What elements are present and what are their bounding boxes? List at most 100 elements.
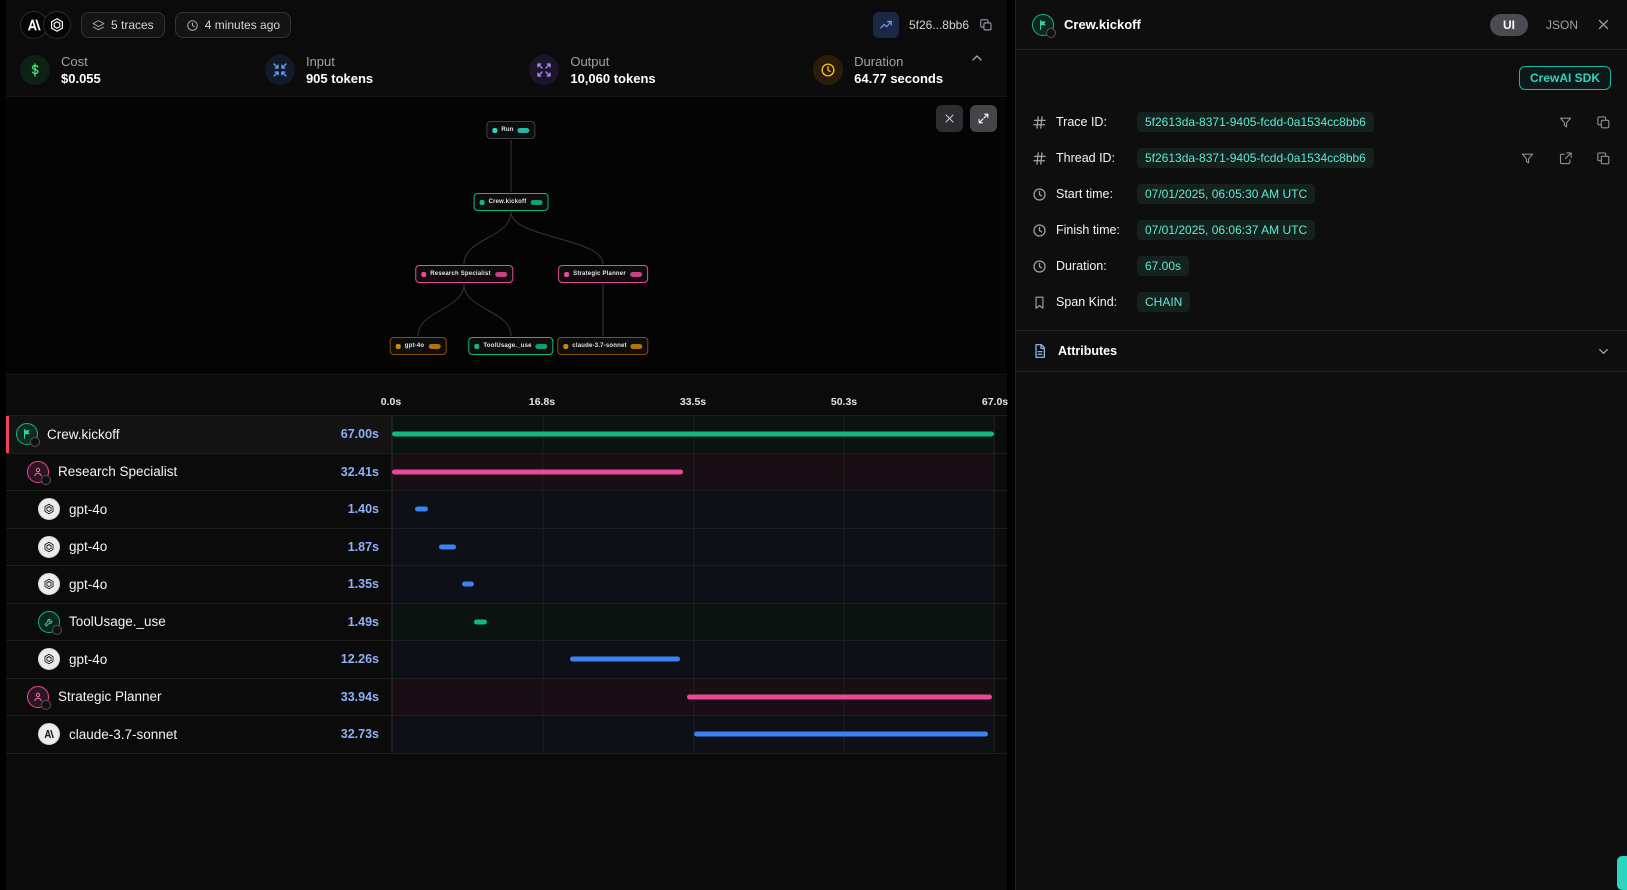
- node-label: Run: [501, 127, 513, 133]
- filter-icon[interactable]: [1520, 151, 1535, 166]
- span-bar[interactable]: [392, 432, 994, 437]
- waterfall-rows: Crew.kickoff 67.00s Research Specialist …: [6, 415, 1007, 754]
- chevron-up-icon[interactable]: [969, 50, 985, 66]
- detail-value[interactable]: 07/01/2025, 06:05:30 AM UTC: [1137, 184, 1315, 204]
- span-duration: 32.41s: [341, 465, 391, 479]
- graph-node[interactable]: ToolUsage._use: [468, 337, 553, 355]
- external-icon[interactable]: [1558, 151, 1573, 166]
- node-label: ToolUsage._use: [483, 343, 531, 349]
- clock-icon: [1032, 223, 1047, 238]
- detail-value[interactable]: 5f2613da-8371-9405-fcdd-0a1534cc8bb6: [1137, 148, 1374, 168]
- detail-value[interactable]: 67.00s: [1137, 256, 1189, 276]
- trace-span-row[interactable]: Research Specialist 32.41s: [6, 454, 1007, 492]
- graph-node[interactable]: Strategic Planner: [558, 265, 648, 283]
- clock-icon: [1032, 259, 1047, 274]
- filter-icon[interactable]: [1558, 115, 1573, 130]
- span-name: claude-3.7-sonnet: [69, 727, 177, 742]
- span-duration: 33.94s: [341, 690, 391, 704]
- detail-value[interactable]: CHAIN: [1137, 292, 1190, 312]
- openai-logo-icon: [38, 573, 60, 595]
- span-bar[interactable]: [570, 657, 680, 662]
- span-duration: 12.26s: [341, 652, 391, 666]
- sdk-badge[interactable]: CrewAI SDK: [1519, 66, 1611, 90]
- stat-label: Input: [306, 54, 373, 69]
- graph-node[interactable]: Run: [486, 121, 535, 139]
- node-duration-pill: [631, 344, 643, 349]
- openai-logo-icon: [38, 498, 60, 520]
- document-icon: [1032, 343, 1048, 359]
- graph-node[interactable]: Research Specialist: [415, 265, 513, 283]
- graph-controls: [936, 105, 997, 132]
- detail-value[interactable]: 5f2613da-8371-9405-fcdd-0a1534cc8bb6: [1137, 112, 1374, 132]
- span-duration: 1.49s: [348, 615, 391, 629]
- trace-span-row[interactable]: Crew.kickoff 67.00s: [6, 416, 1007, 454]
- node-type-icon: [564, 272, 569, 277]
- node-type-icon: [492, 128, 497, 133]
- detail-value[interactable]: 07/01/2025, 06:06:37 AM UTC: [1137, 220, 1315, 240]
- metrics-button[interactable]: [873, 12, 899, 38]
- tab-json[interactable]: JSON: [1546, 18, 1578, 32]
- trace-span-row[interactable]: claude-3.7-sonnet 32.73s: [6, 716, 1007, 754]
- node-type-icon: [396, 344, 401, 349]
- span-bar[interactable]: [439, 544, 456, 549]
- trace-graph-canvas[interactable]: Run Crew.kickoff Research Specialist Str…: [6, 96, 1007, 375]
- copy-icon[interactable]: [979, 18, 993, 32]
- stats-row: Cost $0.055 Input 905 tokens Output 10,0…: [6, 50, 1007, 96]
- trace-span-row[interactable]: gpt-4o 12.26s: [6, 641, 1007, 679]
- trace-span-row[interactable]: gpt-4o 1.87s: [6, 529, 1007, 567]
- stat-cost: Cost $0.055: [20, 54, 265, 86]
- trace-header-bar: 5 traces 4 minutes ago 5f26...8bb6: [6, 0, 1007, 50]
- dollar-icon: [20, 55, 50, 85]
- span-bar[interactable]: [462, 582, 474, 587]
- close-panel-icon[interactable]: [1596, 17, 1611, 32]
- clock-icon: [813, 55, 843, 85]
- traces-count-badge[interactable]: 5 traces: [81, 12, 165, 38]
- span-name: gpt-4o: [69, 539, 107, 554]
- attributes-section-header[interactable]: Attributes: [1016, 330, 1627, 372]
- chevron-down-icon[interactable]: [1596, 344, 1611, 359]
- detail-row: Start time: 07/01/2025, 06:05:30 AM UTC: [1032, 176, 1611, 212]
- openai-logo-icon: [43, 11, 71, 39]
- span-duration: 1.40s: [348, 502, 391, 516]
- span-details-panel: Crew.kickoff UI JSON CrewAI SDK Trace ID…: [1015, 0, 1627, 890]
- graph-node[interactable]: gpt-4o: [390, 337, 447, 355]
- detail-label: Trace ID:: [1056, 115, 1128, 129]
- layers-icon: [92, 19, 105, 32]
- detail-label: Thread ID:: [1056, 151, 1128, 165]
- detail-row: Span Kind: CHAIN: [1032, 284, 1611, 320]
- tab-ui[interactable]: UI: [1490, 14, 1528, 36]
- copy-icon[interactable]: [1596, 115, 1611, 130]
- in-icon: [265, 55, 295, 85]
- trace-span-row[interactable]: gpt-4o 1.35s: [6, 566, 1007, 604]
- stat-value: 905 tokens: [306, 71, 373, 86]
- span-name: Crew.kickoff: [47, 427, 120, 442]
- axis-tick-label: 33.5s: [680, 396, 706, 408]
- span-bar[interactable]: [474, 619, 487, 624]
- sdk-sub-badge: [1046, 28, 1056, 38]
- span-bar[interactable]: [415, 507, 428, 512]
- agent-icon: [27, 461, 49, 483]
- axis-tick-label: 50.3s: [831, 396, 857, 408]
- graph-node[interactable]: claude-3.7-sonnet: [557, 337, 648, 355]
- trace-span-row[interactable]: Strategic Planner 33.94s: [6, 679, 1007, 717]
- copy-icon[interactable]: [1596, 151, 1611, 166]
- expand-graph-button[interactable]: [970, 105, 997, 132]
- span-bar[interactable]: [392, 469, 683, 474]
- trace-age-badge[interactable]: 4 minutes ago: [175, 12, 291, 38]
- node-label: gpt-4o: [405, 343, 425, 349]
- span-bar[interactable]: [687, 694, 992, 699]
- trace-span-row[interactable]: gpt-4o 1.40s: [6, 491, 1007, 529]
- graph-node[interactable]: Crew.kickoff: [474, 193, 549, 211]
- model-logo-stack: [20, 11, 71, 39]
- trace-id-short: 5f26...8bb6: [909, 18, 969, 32]
- trace-span-row[interactable]: ToolUsage._use 1.49s: [6, 604, 1007, 642]
- span-name: Research Specialist: [58, 464, 177, 479]
- scrollbar-thumb[interactable]: [1617, 856, 1627, 890]
- sdk-sub-badge: [52, 625, 62, 635]
- axis-tick-label: 67.0s: [982, 396, 1008, 408]
- close-graph-button[interactable]: [936, 105, 963, 132]
- clock-icon: [1032, 187, 1047, 202]
- span-duration: 32.73s: [341, 727, 391, 741]
- span-bar[interactable]: [694, 732, 988, 737]
- openai-logo-icon: [38, 536, 60, 558]
